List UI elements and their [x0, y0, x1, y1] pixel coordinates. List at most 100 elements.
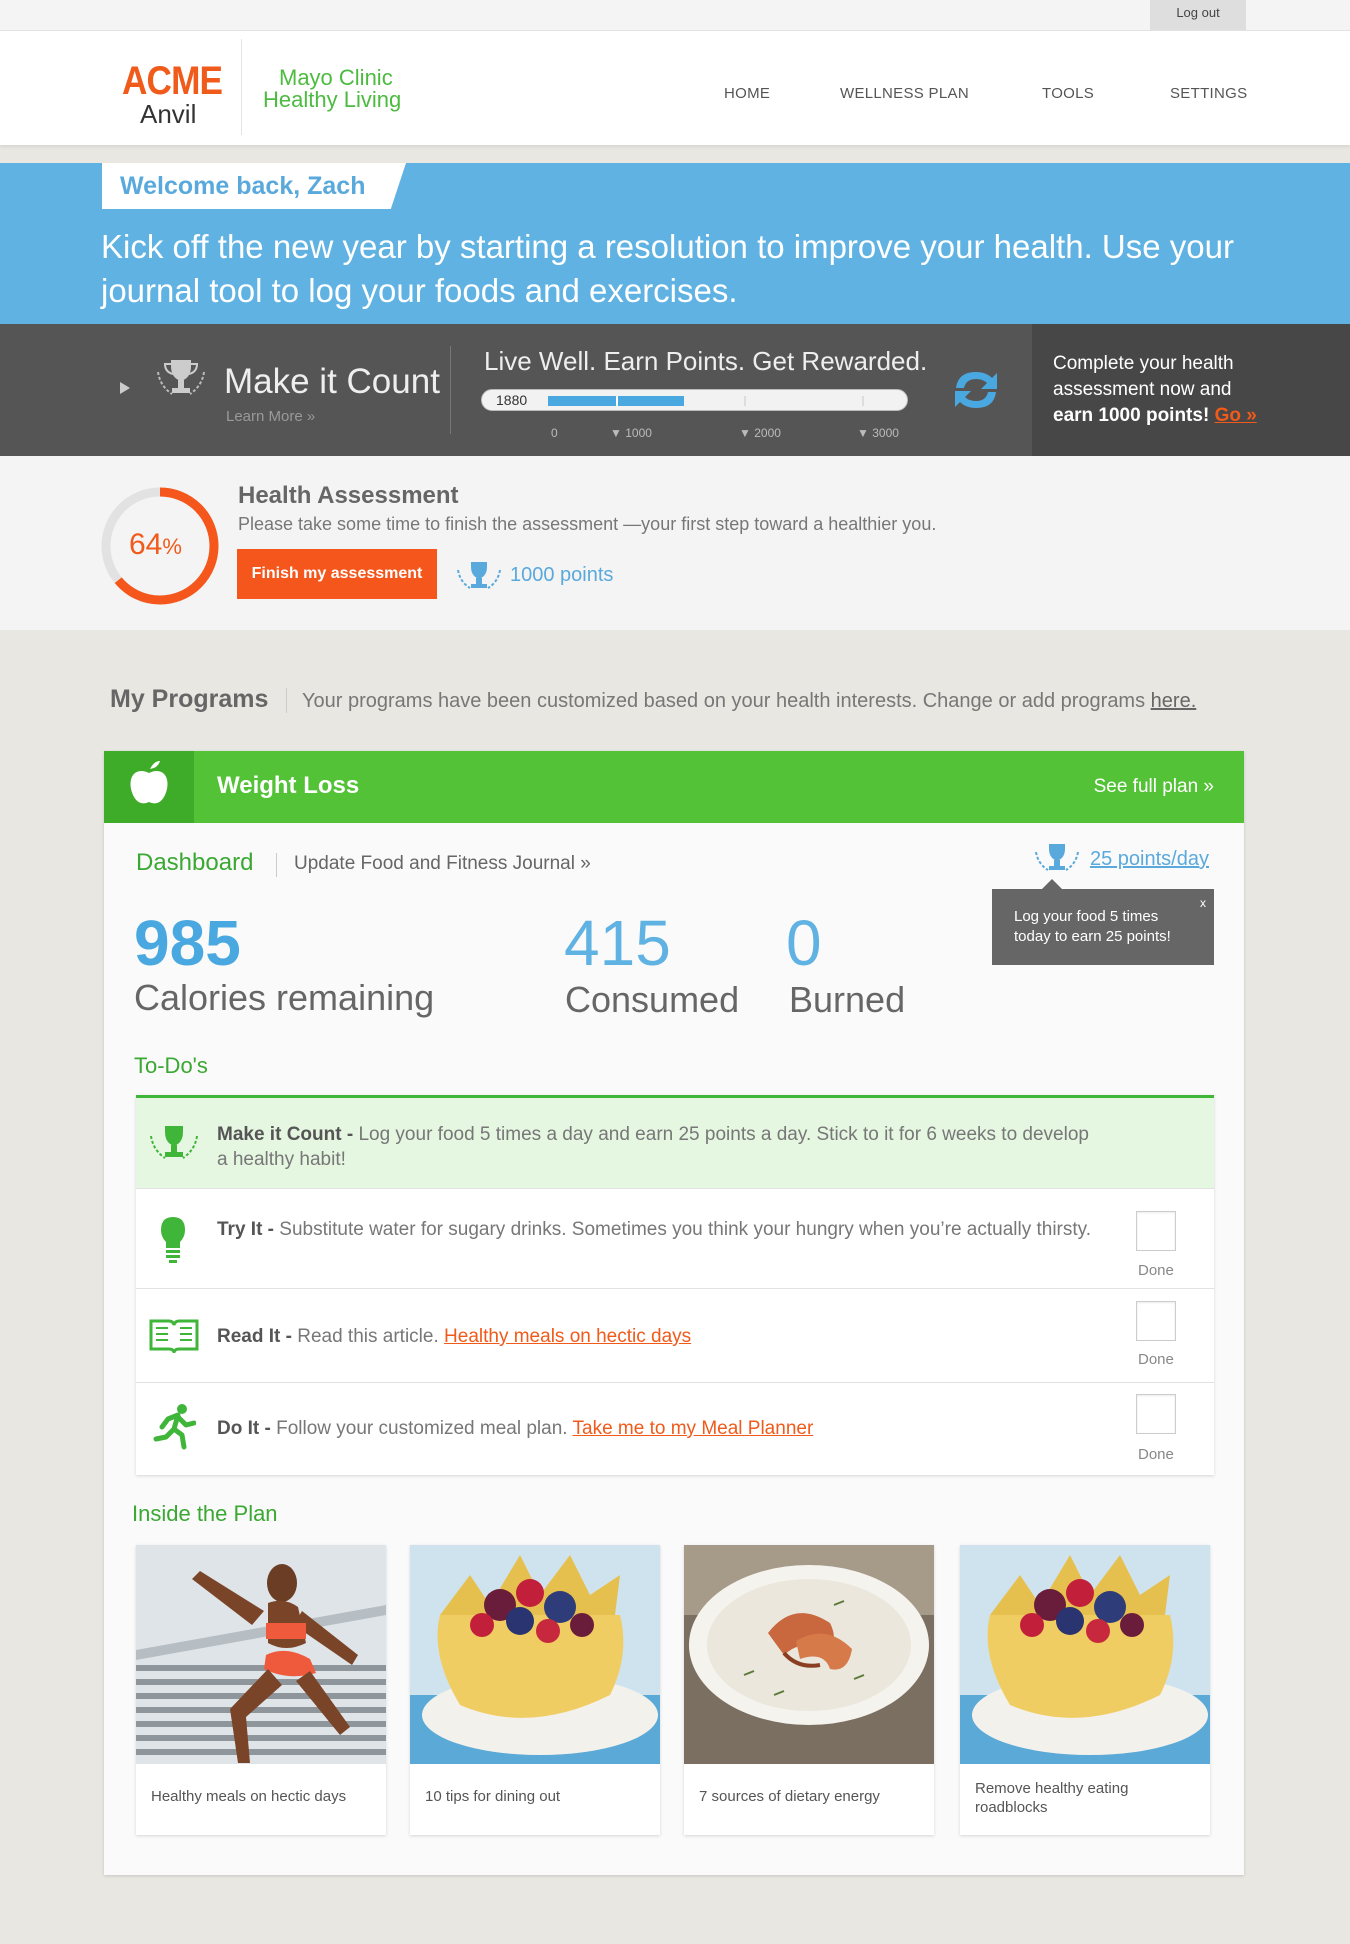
program-name: Weight Loss: [217, 772, 360, 799]
progress-tick: [862, 396, 864, 406]
see-full-plan-link[interactable]: See full plan »: [1094, 776, 1214, 798]
programs-divider: [286, 688, 287, 713]
nav-settings[interactable]: SETTINGS: [1170, 85, 1247, 102]
nav-wellness-plan[interactable]: WELLNESS PLAN: [840, 85, 969, 102]
points-tooltip: Log your food 5 times today to earn 25 p…: [992, 879, 1214, 965]
todo-item-make-it-count: Make it Count - Log your food 5 times a …: [136, 1098, 1214, 1189]
milestone-2000: ▼︎ 2000: [739, 426, 781, 440]
trophy-icon: [157, 360, 205, 395]
done-checkbox[interactable]: [1136, 1394, 1176, 1434]
trophy-icon: [457, 562, 501, 589]
tooltip-line-1: Log your food 5 times: [1014, 908, 1159, 925]
todos-title: To-Do's: [134, 1053, 208, 1078]
nav-home[interactable]: HOME: [724, 85, 770, 102]
expand-arrow-icon[interactable]: [120, 382, 130, 394]
burned-value: 0: [786, 907, 822, 979]
anvil-logo-text: Anvil: [140, 99, 197, 129]
running-person-icon: [153, 1404, 196, 1450]
finish-assessment-button[interactable]: Finish my assessment: [237, 549, 437, 599]
tab-divider: [276, 853, 277, 877]
nav-tools[interactable]: TOOLS: [1042, 85, 1094, 102]
current-points: 1880: [496, 392, 528, 408]
todo-text: Read It - Read this article. Healthy mea…: [217, 1326, 692, 1347]
welcome-greeting: Welcome back, Zach: [120, 172, 366, 200]
learn-more-link[interactable]: Learn More »: [226, 408, 315, 425]
cta-go-link[interactable]: Go »: [1215, 405, 1257, 426]
article-card[interactable]: Healthy meals on hectic days: [136, 1545, 386, 1835]
article-image-athlete: [136, 1545, 386, 1764]
article-card[interactable]: 10 tips for dining out: [410, 1545, 660, 1835]
mayo-clinic-brand[interactable]: Mayo Clinic Healthy Living: [263, 67, 401, 111]
article-image-berry-tart: [960, 1545, 1210, 1764]
trophy-icon: [150, 1126, 198, 1159]
done-checkbox[interactable]: [1136, 1211, 1176, 1251]
rewards-bar: Make it Count Learn More » Live Well. Ea…: [0, 324, 1350, 456]
trophy-icon: [1035, 844, 1079, 871]
todo-text: Make it Count - Log your food 5 times a …: [217, 1124, 1089, 1170]
welcome-tab: Welcome back, Zach: [102, 163, 406, 209]
cta-line-2: assessment now and: [1053, 379, 1232, 400]
done-label: Done: [1138, 1446, 1174, 1463]
programs-description: Your programs have been customized based…: [302, 690, 1197, 712]
logo-divider: [241, 39, 242, 135]
article-image-shrimp-soup: [684, 1545, 934, 1764]
welcome-banner: Welcome back, Zach Kick off the new year…: [0, 163, 1350, 324]
assessment-percent: 64%: [129, 528, 182, 561]
progress-tick: [744, 396, 746, 406]
burned-label: Burned: [789, 979, 906, 1020]
rewards-divider: [450, 346, 451, 434]
done-label: Done: [1138, 1262, 1174, 1279]
tab-food-fitness-journal[interactable]: Update Food and Fitness Journal »: [294, 853, 591, 875]
done-label: Done: [1138, 1351, 1174, 1368]
article-card[interactable]: 7 sources of dietary energy: [684, 1545, 934, 1835]
meal-planner-link[interactable]: Take me to my Meal Planner: [573, 1418, 814, 1439]
milestone-1000: ▼︎ 1000: [610, 426, 652, 440]
milestone-0: 0: [551, 426, 558, 440]
utility-bar: Log out: [0, 0, 1350, 31]
todo-item-do-it: Do It - Follow your customized meal plan…: [136, 1383, 1214, 1475]
health-assessment-panel: 64% Health Assessment Please take some t…: [0, 456, 1350, 630]
my-programs-title: My Programs: [110, 685, 269, 713]
article-caption: 10 tips for dining out: [425, 1788, 561, 1805]
todo-text: Do It - Follow your customized meal plan…: [217, 1418, 814, 1439]
assessment-description: Please take some time to finish the asse…: [238, 514, 937, 534]
refresh-icon[interactable]: [948, 364, 1004, 416]
site-header: ACME Anvil Mayo Clinic Healthy Living HO…: [0, 31, 1350, 145]
points-per-day-link[interactable]: 25 points/day: [1090, 848, 1209, 871]
done-checkbox[interactable]: [1136, 1301, 1176, 1341]
brand-line-2: Healthy Living: [263, 87, 402, 112]
lightbulb-icon: [161, 1217, 185, 1263]
consumed-label: Consumed: [565, 979, 740, 1020]
todo-list: Make it Count - Log your food 5 times a …: [136, 1095, 1214, 1475]
calories-remaining-value: 985: [134, 907, 241, 979]
apple-icon: [104, 751, 194, 823]
points-progress-track: [481, 389, 908, 411]
inside-the-plan-title: Inside the Plan: [132, 1501, 278, 1526]
consumed-value: 415: [564, 907, 671, 979]
change-programs-link[interactable]: here.: [1151, 690, 1197, 712]
cta-line-1: Complete your health: [1053, 353, 1234, 374]
weight-loss-program-card: Weight Loss See full plan » Dashboard Up…: [104, 751, 1244, 1875]
article-caption: Remove healthy eating roadblocks: [975, 1780, 1129, 1816]
program-header: Weight Loss See full plan »: [104, 751, 1244, 823]
cta-line-3: earn 1000 points! Go »: [1053, 405, 1257, 426]
milestone-3000: ▼︎ 3000: [857, 426, 899, 440]
assessment-title: Health Assessment: [238, 482, 459, 509]
open-book-icon: [149, 1319, 199, 1353]
article-link[interactable]: Healthy meals on hectic days: [444, 1326, 691, 1347]
progress-tick: [616, 396, 618, 406]
welcome-message: Kick off the new year by starting a reso…: [101, 228, 1234, 309]
mini-trophy-icon: ▼︎: [857, 426, 869, 440]
todo-text: Try It - Substitute water for sugary dri…: [217, 1219, 1092, 1240]
todo-item-read-it: Read It - Read this article. Healthy mea…: [136, 1289, 1214, 1383]
mini-trophy-icon: ▼︎: [739, 426, 751, 440]
close-icon[interactable]: x: [1200, 893, 1206, 913]
article-card[interactable]: Remove healthy eating roadblocks: [960, 1545, 1210, 1835]
tab-dashboard[interactable]: Dashboard: [136, 849, 253, 877]
assessment-points: 1000 points: [510, 564, 614, 586]
article-image-berry-tart: [410, 1545, 660, 1764]
logout-button[interactable]: Log out: [1150, 0, 1246, 30]
todo-item-try-it: Try It - Substitute water for sugary dri…: [136, 1189, 1214, 1289]
mini-trophy-icon: ▼︎: [610, 426, 622, 440]
acme-logo[interactable]: ACME: [122, 59, 223, 104]
